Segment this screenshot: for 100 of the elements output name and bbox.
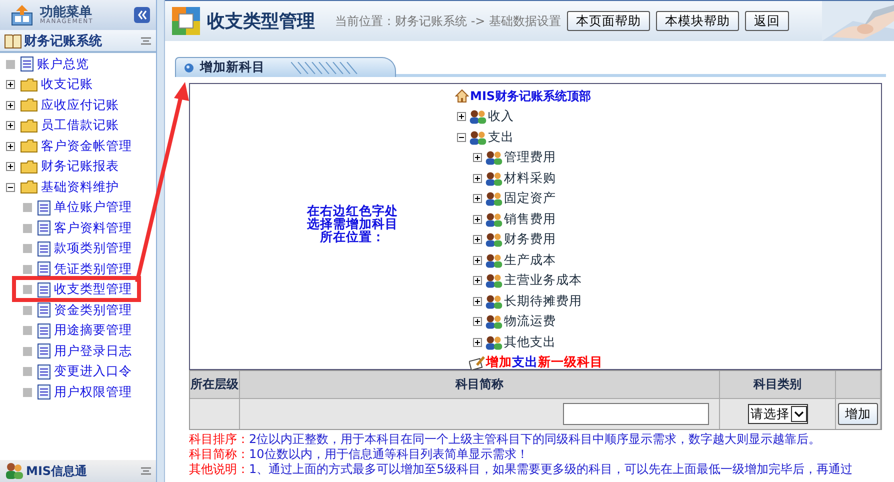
tree-node[interactable]: 销售费用	[504, 210, 556, 228]
sidebar-item[interactable]: 单位账户管理	[54, 199, 132, 216]
document-icon	[37, 322, 51, 339]
sidebar-item[interactable]: 应收应付记账	[41, 96, 119, 114]
tree-node-icon	[23, 388, 32, 397]
help-button[interactable]: 本页面帮助	[567, 11, 650, 31]
menu-title: 功能菜单	[40, 6, 92, 18]
expander-icon[interactable]	[6, 162, 15, 172]
tree-node[interactable]: 固定资产	[504, 190, 556, 208]
expander-icon[interactable]	[6, 142, 15, 151]
tree-node-icon	[23, 224, 32, 233]
tree-node[interactable]: 生产成本	[504, 252, 556, 269]
sidebar-item[interactable]: 收支类型管理	[54, 281, 132, 298]
sidebar-item[interactable]: 客户资金帐管理	[41, 138, 132, 155]
expander-icon[interactable]	[457, 132, 466, 142]
sidebar-item[interactable]: 用户登录日志	[54, 342, 132, 360]
sidebar-item[interactable]: 变更进入口令	[54, 363, 132, 380]
document-icon	[20, 56, 34, 72]
tree-root[interactable]: MIS财务记账系统顶部	[470, 88, 592, 105]
tree-node[interactable]: 主营业务成本	[504, 272, 582, 290]
people-icon	[485, 170, 503, 186]
sidebar-item[interactable]: 员工借款记账	[41, 117, 119, 134]
expander-icon[interactable]	[473, 235, 482, 244]
sidebar-item[interactable]: 凭证类别管理	[54, 260, 132, 278]
note-pencil-icon	[469, 354, 485, 371]
tree-node-icon	[23, 264, 32, 274]
people-icon	[485, 273, 503, 288]
expander-icon[interactable]	[6, 100, 15, 110]
box-icon	[10, 4, 34, 26]
folder-icon	[20, 118, 38, 133]
expander-icon[interactable]	[473, 296, 482, 306]
note-text: 科目简称：10位数以内，用于信息通等科目列表简单显示需求！	[189, 447, 530, 462]
expander-icon[interactable]	[473, 214, 482, 224]
tree-node[interactable]: 收入	[488, 108, 514, 126]
input-field[interactable]	[563, 403, 709, 425]
sidebar-item[interactable]: 财务记账报表	[41, 158, 119, 176]
book-icon	[4, 32, 22, 48]
help-button[interactable]: 本模块帮助	[656, 11, 740, 31]
sidebar-item[interactable]: 基础资料维护	[41, 178, 119, 196]
settings-icon[interactable]	[140, 36, 152, 46]
sidebar-item[interactable]: 款项类别管理	[54, 240, 132, 258]
category-select[interactable]: 请选择	[748, 404, 808, 424]
folder-icon	[20, 180, 38, 194]
column-header: 所在层级	[190, 371, 240, 399]
expander-icon[interactable]	[473, 174, 482, 183]
expander-icon[interactable]	[473, 276, 482, 286]
expander-icon[interactable]	[473, 317, 482, 326]
people-icon	[485, 334, 503, 350]
people-icon	[485, 191, 503, 206]
note-text: 其他说明：1、通过上面的方式最多可以增加至5级科目，如果需要更多级的科目，可以先在上面最低一级增加完毕后，再通过	[189, 462, 854, 477]
tree-node[interactable]: 材料采购	[504, 170, 556, 187]
settings-icon[interactable]	[140, 466, 152, 476]
tree-node[interactable]: 其他支出	[504, 334, 556, 351]
add-button[interactable]: 增加	[838, 403, 878, 425]
document-icon	[37, 282, 51, 298]
expander-icon[interactable]	[473, 338, 482, 347]
document-icon	[37, 302, 51, 318]
sidebar-item[interactable]: 用户权限管理	[54, 384, 132, 401]
app-logo-icon	[171, 6, 201, 36]
tree-node[interactable]: 财务费用	[504, 231, 556, 248]
expander-icon[interactable]	[473, 153, 482, 162]
sidebar-item[interactable]: 用途摘要管理	[54, 322, 132, 340]
people-icon	[469, 109, 487, 124]
collapse-icon[interactable]	[134, 7, 150, 23]
tree-node-icon	[23, 367, 32, 376]
splitter-bar[interactable]	[157, 0, 165, 482]
house-icon	[455, 89, 469, 104]
column-header: 科目简称	[240, 371, 720, 399]
sidebar-item[interactable]: 客户资料管理	[54, 220, 132, 237]
panel-tab[interactable]: 增加新科目	[175, 57, 396, 77]
expander-icon[interactable]	[6, 182, 15, 192]
footer-title[interactable]: MIS信息通	[26, 462, 138, 480]
note-text: 科目排序：2位以内正整数，用于本科目在同一个上级主管科目下的同级科目中顺序显示需求，数字越大则显示越靠后。	[189, 432, 822, 447]
expander-icon[interactable]	[473, 256, 482, 265]
add-link[interactable]: 增加支出新一级科目	[486, 354, 603, 372]
sidebar-item[interactable]: 账户总览	[37, 56, 89, 73]
people-icon	[485, 212, 503, 227]
tree-node[interactable]: 管理费用	[504, 149, 556, 166]
people-icon	[469, 130, 487, 145]
caret-icon[interactable]	[790, 406, 806, 422]
document-icon	[37, 240, 51, 257]
sidebar-item[interactable]: 资金类别管理	[54, 302, 132, 319]
help-button[interactable]: 返回	[745, 11, 790, 31]
tree-node[interactable]: 物流运费	[504, 313, 556, 330]
document-icon	[37, 384, 51, 400]
people-icon	[4, 462, 24, 480]
expander-icon[interactable]	[6, 80, 15, 90]
instruction-text: 在右边红色字处 选择需增加科目 所在位置：	[306, 204, 399, 244]
people-icon	[485, 252, 503, 268]
expander-icon[interactable]	[473, 194, 482, 204]
expander-icon[interactable]	[457, 112, 466, 122]
tree-node-icon	[6, 60, 15, 69]
system-title: 财务记账系统	[24, 32, 103, 50]
sidebar-item[interactable]: 收支记账	[41, 76, 93, 94]
page-title: 收支类型管理	[207, 10, 315, 33]
folder-icon	[20, 160, 38, 174]
expander-icon[interactable]	[6, 121, 15, 130]
bullet-icon	[184, 62, 194, 72]
tree-node[interactable]: 支出	[488, 128, 514, 146]
tree-node[interactable]: 长期待摊费用	[504, 292, 582, 310]
